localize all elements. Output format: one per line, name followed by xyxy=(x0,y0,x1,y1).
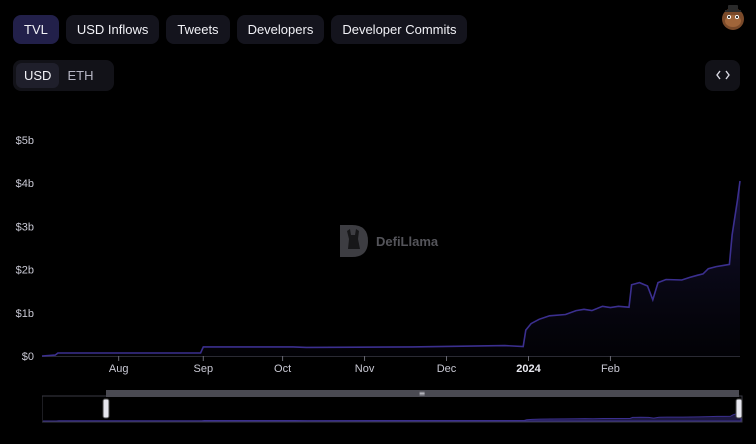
x-tick-label: Sep xyxy=(193,363,213,375)
brush-right-handle[interactable] xyxy=(735,398,743,419)
tab-developer-commits[interactable]: Developer Commits xyxy=(331,15,468,44)
y-tick-label: $2b xyxy=(16,265,34,277)
tab-tweets[interactable]: Tweets xyxy=(166,15,230,44)
chart-tabs: TVL USD Inflows Tweets Developers Develo… xyxy=(13,15,468,44)
brush-left-handle[interactable] xyxy=(102,398,110,419)
y-tick-label: $4b xyxy=(16,178,34,190)
currency-toggle: USD ETH xyxy=(13,60,114,91)
code-icon xyxy=(715,67,730,85)
y-tick-label: $3b xyxy=(16,221,34,233)
watermark: DefiLlama xyxy=(338,223,438,259)
x-tick-label: Nov xyxy=(355,363,375,375)
y-axis: $0 $1b $2b $3b $4b $5b xyxy=(16,135,34,363)
watermark-text: DefiLlama xyxy=(376,233,439,249)
currency-usd-button[interactable]: USD xyxy=(16,63,60,88)
tab-tvl[interactable]: TVL xyxy=(13,15,59,44)
currency-eth-button[interactable]: ETH xyxy=(59,63,101,88)
y-tick-label: $1b xyxy=(16,308,34,320)
embed-button[interactable] xyxy=(705,60,740,91)
x-tick-label: Dec xyxy=(437,363,457,375)
x-axis: Aug Sep Oct Nov Dec 2024 Feb xyxy=(42,356,740,375)
llama-avatar-icon[interactable] xyxy=(718,2,748,32)
tab-developers[interactable]: Developers xyxy=(236,15,325,44)
x-tick-label: Aug xyxy=(109,363,129,375)
x-tick-label: Feb xyxy=(601,363,620,375)
x-tick-label: Oct xyxy=(274,363,291,375)
tvl-area xyxy=(42,181,740,356)
tab-usd-inflows[interactable]: USD Inflows xyxy=(65,15,160,44)
x-tick-label: 2024 xyxy=(516,363,541,375)
y-tick-label: $0 xyxy=(22,351,34,363)
brush-mini-chart xyxy=(43,411,742,422)
range-brush[interactable]: ≡ xyxy=(42,389,744,425)
defillama-logo-icon xyxy=(340,225,368,257)
y-tick-label: $5b xyxy=(16,135,34,147)
brush-grip-icon: ≡ xyxy=(419,389,426,398)
